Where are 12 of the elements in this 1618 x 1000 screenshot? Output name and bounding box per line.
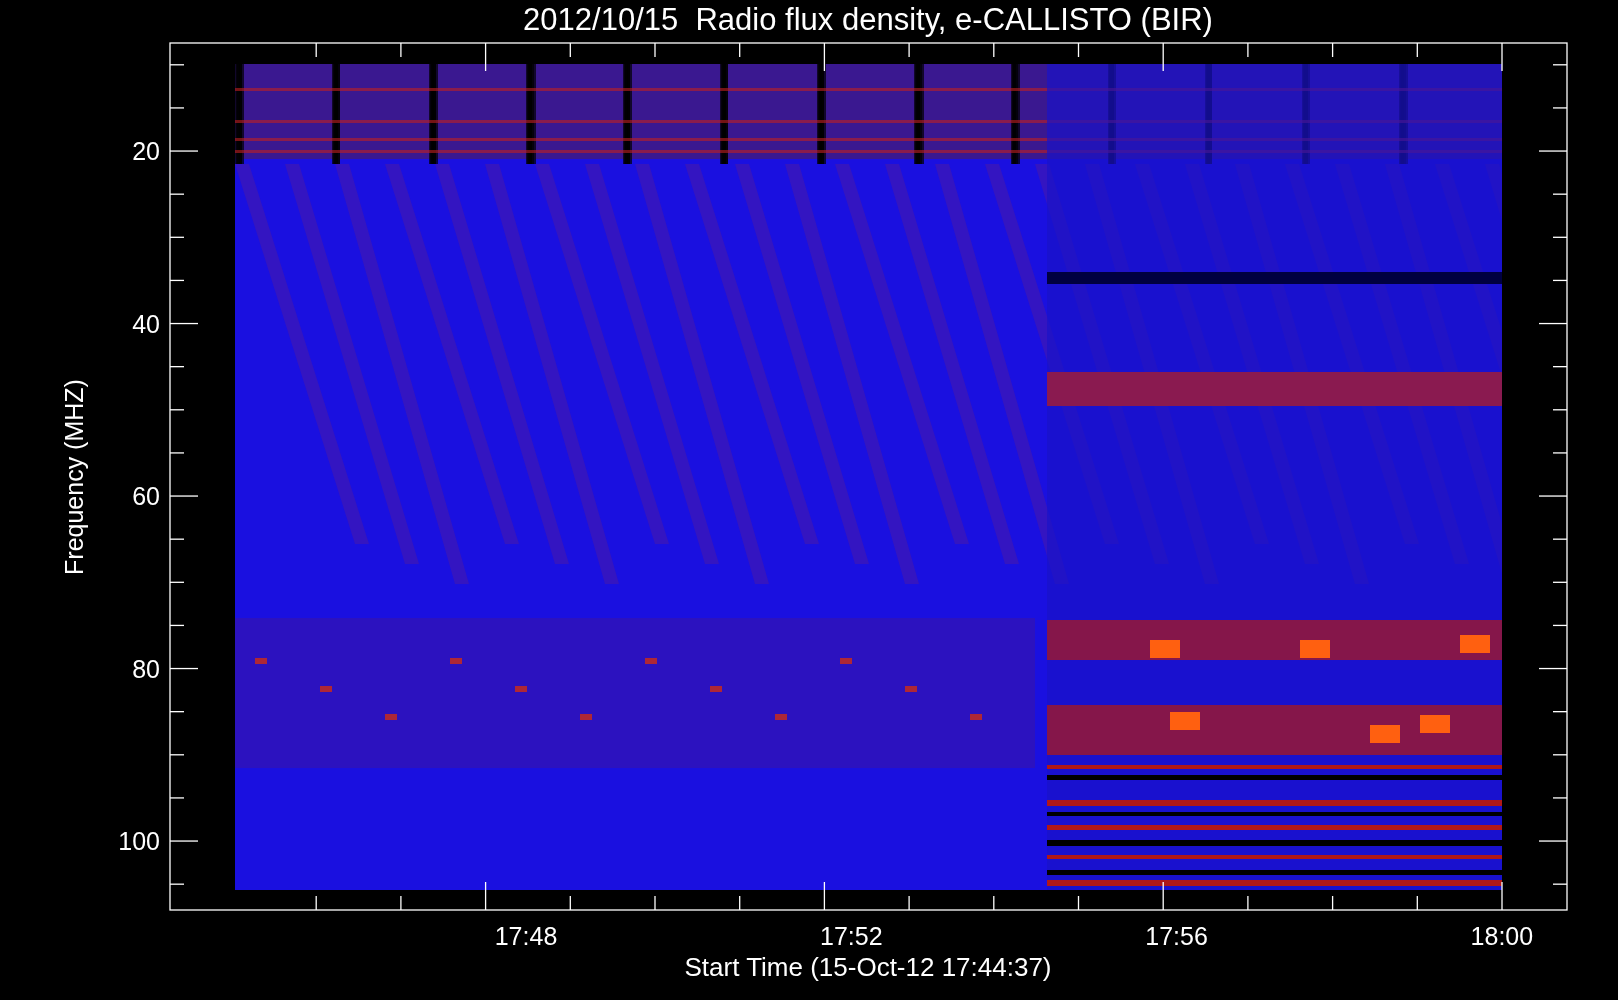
- x-tick-label: 17:56: [1145, 922, 1208, 950]
- y-tick-label: 20: [132, 137, 160, 165]
- y-tick-label: 80: [132, 654, 160, 683]
- x-tick-label: 17:48: [494, 922, 558, 950]
- x-tick-label: 17:52: [820, 922, 883, 950]
- y-tick-label: 40: [132, 309, 160, 338]
- x-tick-label: 18:00: [1470, 922, 1534, 950]
- y-tick-label: 100: [118, 827, 160, 855]
- chart-title: 2012/10/15 Radio flux density, e-CALLISTO (BIR): [523, 2, 1213, 37]
- y-axis-label: Frequency (MHZ): [60, 379, 88, 575]
- x-axis-label: Start Time (15-Oct-12 17:44:37): [684, 952, 1052, 982]
- y-tick-label: 60: [132, 482, 160, 510]
